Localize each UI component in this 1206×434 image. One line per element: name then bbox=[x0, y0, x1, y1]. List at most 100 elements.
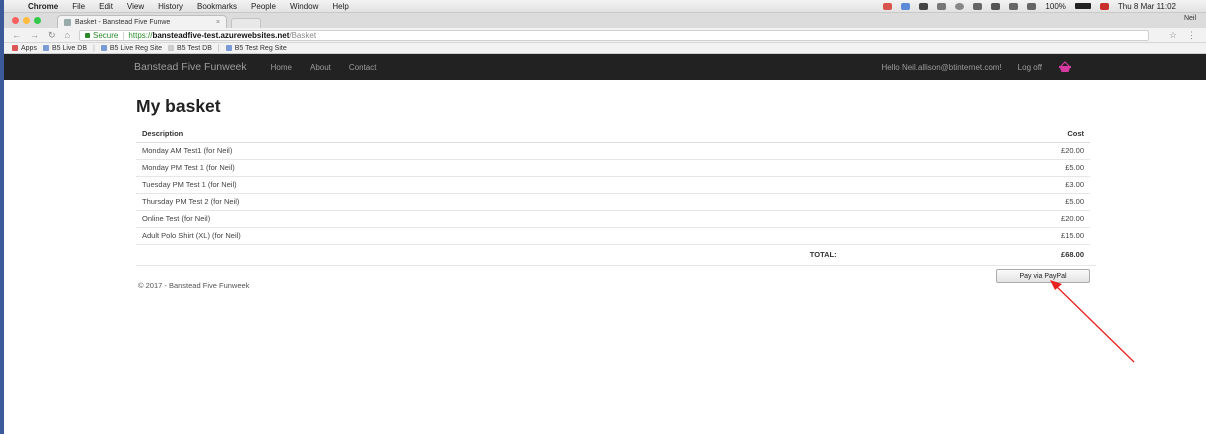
battery-percent: 100% bbox=[1045, 1, 1066, 11]
page-title: My basket bbox=[136, 96, 221, 116]
flag-icon[interactable] bbox=[1099, 2, 1109, 10]
address-bar[interactable]: Secure | https:// bansteadfive-test.azur… bbox=[78, 29, 1149, 41]
menu-people[interactable]: People bbox=[251, 2, 276, 11]
basket-table: Description Cost Monday AM Test1 (for Ne… bbox=[136, 125, 1090, 265]
item-cost: £15.00 bbox=[986, 226, 1090, 244]
bookmark-b5-live-reg-site[interactable]: B5 Live Reg Site bbox=[100, 44, 162, 52]
secure-label: Secure bbox=[92, 30, 119, 40]
browser-tab-strip: Basket - Banstead Five Funwe × Neil bbox=[4, 13, 1206, 28]
back-arrow-icon[interactable]: ← bbox=[12, 30, 21, 40]
item-cost: £5.00 bbox=[986, 192, 1090, 210]
menu-app-name[interactable]: Chrome bbox=[28, 2, 58, 11]
nav-contact-link[interactable]: Contact bbox=[349, 63, 377, 72]
table-row: Tuesday PM Test 1 (for Neil) £3.00 bbox=[136, 175, 1090, 193]
menu-bar-status-area: 100% Thu 8 Mar 11:02 bbox=[874, 2, 1206, 11]
navbar-right: Hello Neil.allison@btinternet.com! Log o… bbox=[882, 61, 1087, 73]
address-divider: | bbox=[122, 30, 125, 40]
menu-clock[interactable]: Thu 8 Mar 11:02 bbox=[1118, 2, 1176, 11]
apps-grid-icon bbox=[12, 45, 18, 51]
site-navbar: Banstead Five Funweek Home About Contact… bbox=[4, 54, 1206, 80]
menu-help[interactable]: Help bbox=[332, 2, 348, 11]
annotation-arrow-icon bbox=[1050, 280, 1135, 363]
forward-arrow-icon[interactable]: → bbox=[30, 30, 39, 40]
table-row: Thursday PM Test 2 (for Neil) £5.00 bbox=[136, 192, 1090, 210]
menu-view[interactable]: View bbox=[127, 2, 144, 11]
bookmark-b5-test-reg-site[interactable]: B5 Test Reg Site bbox=[225, 44, 287, 52]
menu-bookmarks[interactable]: Bookmarks bbox=[197, 2, 237, 11]
table-row: Monday AM Test1 (for Neil) £20.00 bbox=[136, 141, 1090, 159]
minimize-window-button[interactable] bbox=[23, 17, 30, 24]
lock-icon bbox=[84, 32, 90, 38]
zoom-window-button[interactable] bbox=[34, 17, 41, 24]
bookmark-favicon-icon bbox=[42, 45, 49, 51]
bookmark-label: B5 Test Reg Site bbox=[234, 44, 287, 52]
user-greeting-link[interactable]: Hello Neil.allison@btinternet.com! bbox=[882, 63, 1002, 72]
menu-history[interactable]: History bbox=[158, 2, 183, 11]
reload-icon[interactable]: ↻ bbox=[48, 30, 56, 41]
nav-home-link[interactable]: Home bbox=[271, 63, 292, 72]
battery-icon[interactable] bbox=[1074, 3, 1091, 9]
bookmark-label: B5 Live Reg Site bbox=[109, 44, 162, 52]
nav-about-link[interactable]: About bbox=[310, 63, 331, 72]
menu-edit[interactable]: Edit bbox=[99, 2, 113, 11]
toolbar-right: ☆ ⋮ bbox=[1159, 30, 1206, 41]
total-value: £68.00 bbox=[986, 243, 1090, 265]
payment-row: Pay via PayPal bbox=[136, 265, 1096, 285]
favicon-icon bbox=[64, 18, 71, 26]
bookmark-b5-test-db[interactable]: B5 Test DB bbox=[167, 44, 212, 52]
item-description: Monday AM Test1 (for Neil) bbox=[136, 141, 446, 159]
bookmark-label: Apps bbox=[21, 44, 37, 52]
status-app-icon[interactable] bbox=[901, 2, 911, 10]
main-content: My basket Description Cost Monday AM Tes… bbox=[136, 96, 1096, 290]
home-icon[interactable]: ⌂ bbox=[65, 30, 70, 40]
airplay-icon[interactable] bbox=[1009, 2, 1019, 10]
logoff-link[interactable]: Log off bbox=[1018, 63, 1042, 72]
bookmark-favicon-icon bbox=[225, 45, 232, 51]
screenshot-frame: Chrome File Edit View History Bookmarks … bbox=[0, 0, 1206, 434]
basket-icon[interactable] bbox=[1058, 61, 1072, 73]
url-scheme: https:// bbox=[128, 30, 153, 40]
item-cost: £20.00 bbox=[986, 141, 1090, 159]
table-row: Monday PM Test 1 (for Neil) £5.00 bbox=[136, 158, 1090, 176]
item-description: Tuesday PM Test 1 (for Neil) bbox=[136, 175, 446, 193]
column-header-cost: Cost bbox=[986, 125, 1090, 143]
new-tab-button[interactable] bbox=[231, 18, 261, 28]
url-host: bansteadfive-test.azurewebsites.net bbox=[152, 30, 290, 40]
url-path: /Basket bbox=[289, 30, 317, 40]
item-cost: £3.00 bbox=[986, 175, 1090, 193]
time-machine-icon[interactable] bbox=[955, 2, 965, 10]
volume-icon[interactable] bbox=[1027, 2, 1037, 10]
wifi-icon[interactable] bbox=[991, 2, 1001, 10]
browser-toolbar: ← → ↻ ⌂ Secure | https:// bansteadfive-t… bbox=[4, 28, 1206, 43]
profile-button[interactable]: Neil bbox=[1184, 15, 1196, 22]
bookmark-star-icon[interactable]: ☆ bbox=[1169, 30, 1177, 41]
total-label: TOTAL: bbox=[445, 243, 987, 265]
mac-menu-bar: Chrome File Edit View History Bookmarks … bbox=[4, 0, 1206, 13]
item-cost: £5.00 bbox=[986, 158, 1090, 176]
menu-window[interactable]: Window bbox=[290, 2, 318, 11]
item-description: Online Test (for Neil) bbox=[136, 209, 446, 227]
chrome-menu-icon[interactable]: ⋮ bbox=[1187, 30, 1196, 41]
status-app-icon[interactable] bbox=[883, 2, 893, 10]
item-description: Thursday PM Test 2 (for Neil) bbox=[136, 192, 446, 210]
close-window-button[interactable] bbox=[12, 17, 19, 24]
bluetooth-icon[interactable] bbox=[973, 2, 983, 10]
bookmark-favicon-icon bbox=[100, 45, 107, 51]
browser-tab-basket[interactable]: Basket - Banstead Five Funwe × bbox=[57, 15, 227, 28]
bookmark-b5-live-db[interactable]: B5 Live DB bbox=[42, 45, 87, 52]
shield-icon[interactable] bbox=[919, 2, 929, 10]
window-controls bbox=[12, 17, 45, 24]
total-row: TOTAL: £68.00 bbox=[136, 243, 1090, 265]
menu-file[interactable]: File bbox=[72, 2, 85, 11]
table-row: Adult Polo Shirt (XL) (for Neil) £15.00 bbox=[136, 226, 1090, 244]
tab-title: Basket - Banstead Five Funwe bbox=[75, 18, 171, 26]
bookmark-apps[interactable]: Apps bbox=[12, 45, 37, 52]
item-description: Adult Polo Shirt (XL) (for Neil) bbox=[136, 226, 446, 244]
bookmark-page-icon bbox=[167, 45, 174, 51]
table-header-row: Description Cost bbox=[136, 125, 1090, 143]
item-cost: £20.00 bbox=[986, 209, 1090, 227]
close-tab-icon[interactable]: × bbox=[216, 19, 220, 26]
site-brand-link[interactable]: Banstead Five Funweek bbox=[134, 61, 247, 73]
display-icon[interactable] bbox=[937, 2, 947, 10]
bookmark-label: B5 Test DB bbox=[176, 44, 212, 52]
